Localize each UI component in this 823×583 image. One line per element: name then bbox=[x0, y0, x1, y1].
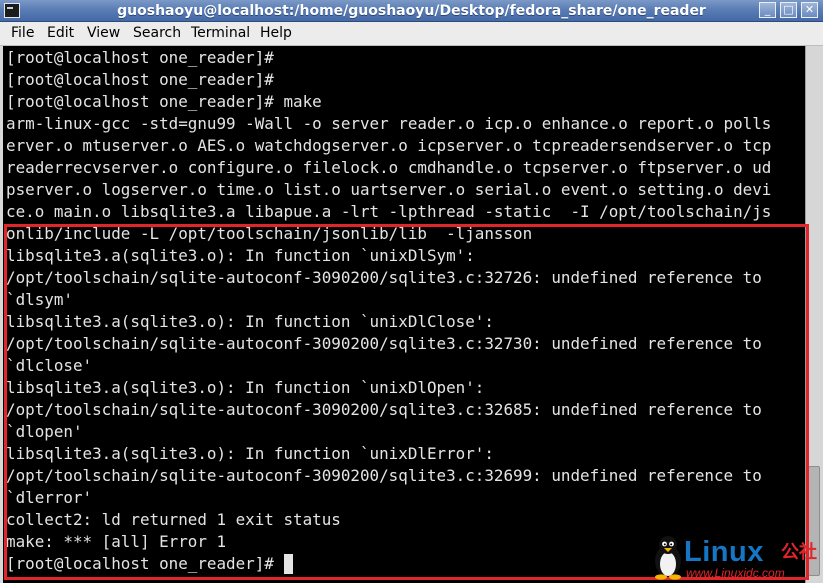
window-title: guoshaoyu@localhost:/home/guoshaoyu/Desk… bbox=[117, 3, 706, 19]
terminal-line: `dlopen' bbox=[6, 422, 83, 441]
terminal-line: `dlclose' bbox=[6, 356, 93, 375]
menu-help[interactable]: Help bbox=[260, 25, 292, 42]
terminal-line: `dlsym' bbox=[6, 290, 73, 309]
terminal-line: erver.o mtuserver.o AES.o watchdogserver… bbox=[6, 136, 772, 155]
terminal-line: libsqlite3.a(sqlite3.o): In function `un… bbox=[6, 312, 494, 331]
terminal-line: /opt/toolschain/sqlite-autoconf-3090200/… bbox=[6, 268, 762, 287]
terminal-line: collect2: ld returned 1 exit status bbox=[6, 510, 341, 529]
menu-search[interactable]: Search bbox=[133, 25, 181, 42]
terminal-line: [root@localhost one_reader]# bbox=[6, 48, 274, 67]
terminal-line: /opt/toolschain/sqlite-autoconf-3090200/… bbox=[6, 466, 762, 485]
watermark-brand-cn: 公社 bbox=[781, 542, 817, 563]
terminal-line: libsqlite3.a(sqlite3.o): In function `un… bbox=[6, 246, 475, 265]
menu-bar: File Edit View Search Terminal Help bbox=[0, 22, 823, 46]
terminal-line: onlib/include -L /opt/toolschain/jsonlib… bbox=[6, 224, 533, 243]
terminal-line: make: *** [all] Error 1 bbox=[6, 532, 227, 551]
minimize-button[interactable]: _ bbox=[759, 2, 776, 18]
watermark-brand: Linux bbox=[684, 536, 764, 568]
menu-view[interactable]: View bbox=[87, 25, 120, 42]
tux-penguin-icon bbox=[655, 536, 681, 580]
terminal-line: ce.o main.o libsqlite3.a libapue.a -lrt … bbox=[6, 202, 772, 221]
vertical-scrollbar[interactable] bbox=[805, 46, 823, 583]
title-bar[interactable]: guoshaoyu@localhost:/home/guoshaoyu/Desk… bbox=[0, 0, 823, 22]
terminal-line: pserver.o logserver.o time.o list.o uart… bbox=[6, 180, 772, 199]
terminal-line: /opt/toolschain/sqlite-autoconf-3090200/… bbox=[6, 334, 762, 353]
terminal-output[interactable]: [root@localhost one_reader]# [root@local… bbox=[0, 46, 805, 583]
terminal-line: `dlerror' bbox=[6, 488, 93, 507]
close-button[interactable]: ✕ bbox=[801, 2, 818, 18]
terminal-line: /opt/toolschain/sqlite-autoconf-3090200/… bbox=[6, 400, 762, 419]
menu-edit[interactable]: Edit bbox=[47, 25, 74, 42]
menu-terminal[interactable]: Terminal bbox=[191, 25, 250, 42]
maximize-button[interactable]: □ bbox=[780, 2, 797, 18]
menu-file[interactable]: File bbox=[11, 25, 34, 42]
terminal-line: libsqlite3.a(sqlite3.o): In function `un… bbox=[6, 444, 494, 463]
text-cursor bbox=[284, 554, 294, 574]
terminal-line: arm-linux-gcc -std=gnu99 -Wall -o server… bbox=[6, 114, 772, 133]
terminal-line: [root@localhost one_reader]# bbox=[6, 70, 274, 89]
shell-prompt: [root@localhost one_reader]# bbox=[6, 554, 284, 573]
watermark: Linux 公社 www.Linuxidc.com bbox=[648, 534, 820, 582]
terminal-line: libsqlite3.a(sqlite3.o): In function `un… bbox=[6, 378, 485, 397]
terminal-line: readerrecvserver.o configure.o filelock.… bbox=[6, 158, 772, 177]
terminal-line: [root@localhost one_reader]# make bbox=[6, 92, 322, 111]
watermark-url: www.Linuxidc.com bbox=[686, 566, 785, 580]
prompt-line[interactable]: [root@localhost one_reader]# bbox=[6, 553, 294, 575]
